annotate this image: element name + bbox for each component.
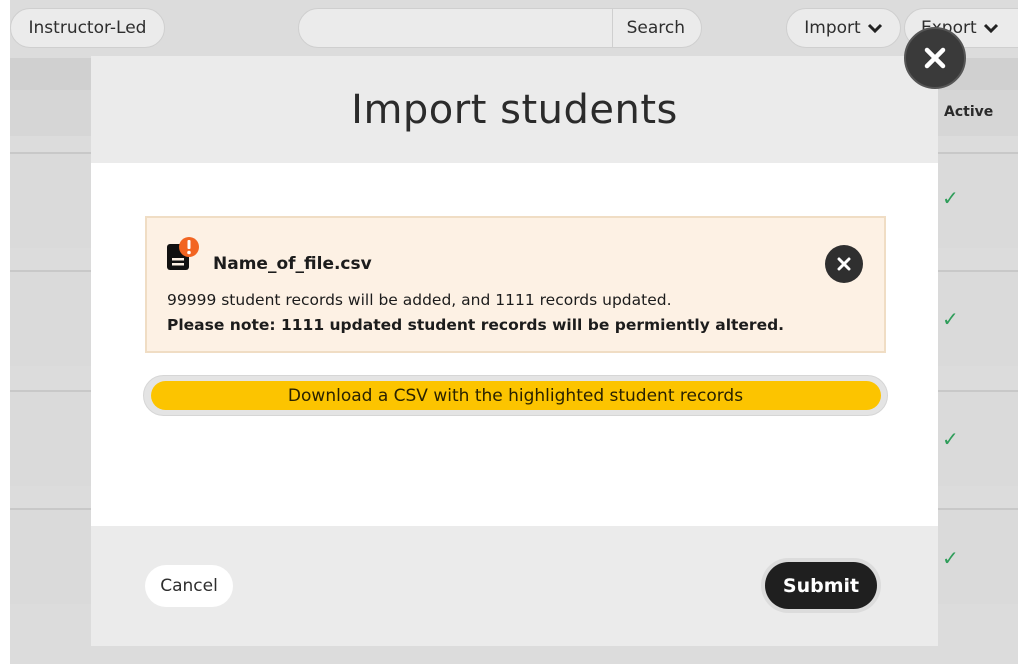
- filter-label: Instructor-Led: [28, 18, 147, 38]
- search-button-label[interactable]: Search: [627, 18, 685, 38]
- search-bar[interactable]: Search: [298, 8, 702, 48]
- file-name: Name_of_file.csv: [213, 254, 372, 274]
- submit-label: Submit: [782, 574, 860, 597]
- import-warning-text: Please note: 1111 updated student record…: [167, 316, 785, 334]
- close-modal-button[interactable]: [904, 27, 966, 89]
- modal-footer: Cancel Submit: [91, 526, 938, 646]
- chevron-down-icon: [867, 23, 882, 33]
- checkmark-icon: ✓: [942, 307, 959, 331]
- download-csv-button[interactable]: Download a CSV with the highlighted stud…: [143, 375, 888, 416]
- search-divider: [612, 8, 613, 48]
- import-summary-text: 99999 student records will be added, and…: [167, 291, 672, 309]
- active-column-header: Active: [944, 104, 994, 120]
- screen: Instructor-Led Search Import Export Acti…: [0, 0, 1018, 664]
- file-notice: Name_of_file.csv 99999 student records w…: [145, 216, 886, 353]
- checkmark-icon: ✓: [942, 546, 959, 570]
- import-students-modal: Import students Name_of_file.csv 99999 s…: [91, 56, 938, 646]
- checkmark-icon: ✓: [942, 427, 959, 451]
- import-dropdown[interactable]: Import: [786, 8, 901, 48]
- remove-file-button[interactable]: [825, 245, 863, 283]
- close-icon: [837, 257, 851, 271]
- submit-button[interactable]: Submit: [761, 558, 881, 613]
- file-warning-icon: [167, 237, 199, 270]
- download-csv-label: Download a CSV with the highlighted stud…: [287, 385, 744, 406]
- cancel-label: Cancel: [160, 576, 218, 596]
- filter-dropdown[interactable]: Instructor-Led: [10, 8, 165, 48]
- import-label: Import: [804, 18, 861, 38]
- close-icon: [924, 47, 946, 69]
- modal-title: Import students: [351, 86, 678, 133]
- cancel-button[interactable]: Cancel: [145, 565, 233, 607]
- chevron-down-icon: [983, 23, 998, 33]
- checkmark-icon: ✓: [942, 186, 959, 210]
- modal-header: Import students: [91, 56, 938, 163]
